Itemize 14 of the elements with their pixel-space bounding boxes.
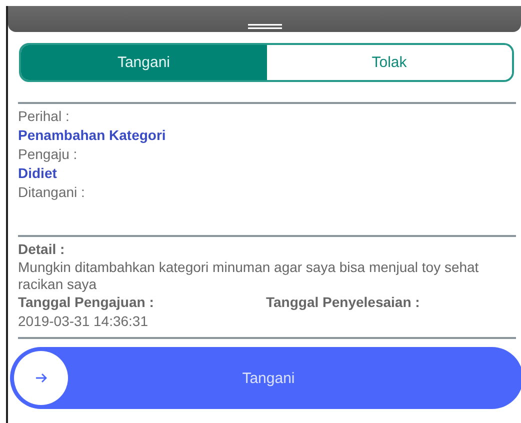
field-label: Pengaju : [18,145,78,164]
drag-handle-icon[interactable] [248,24,282,29]
date-label: Tanggal Penyelesaian : [266,293,421,312]
field-label: Ditangani : [18,183,86,202]
tangani-button[interactable]: Tangani [10,347,521,409]
field-label: Perihal : [18,107,70,126]
detail-label: Detail : [18,240,66,259]
date-label: Tanggal Pengajuan : [18,293,155,312]
detail-text: Mungkin ditambahkan kategori minuman agar saya bisa menjual toy sehat racikan saya [18,259,480,293]
arrow-right-icon [35,373,47,383]
date-value: 2019-03-31 14:36:31 [18,312,149,331]
field-value: Didiet [18,164,58,183]
segment-tab[interactable]: Tangani [21,45,266,80]
field-value: Penambahan Kategori [18,126,167,145]
